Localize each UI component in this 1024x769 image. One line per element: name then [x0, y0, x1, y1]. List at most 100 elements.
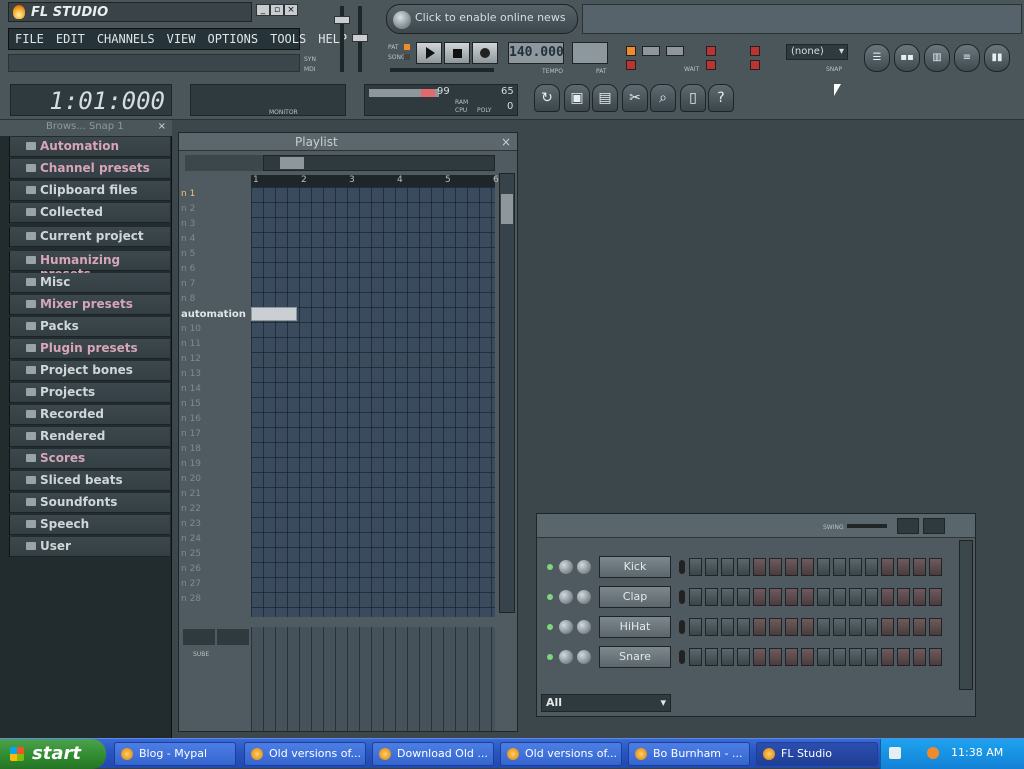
event-editor-grid[interactable]: [251, 627, 495, 731]
step-button[interactable]: [929, 558, 942, 576]
step-button[interactable]: [913, 618, 926, 636]
taskbar-window-button[interactable]: Old versions of...: [500, 742, 622, 766]
channel-mute-led[interactable]: [547, 564, 553, 570]
record-toggle[interactable]: [626, 60, 636, 70]
browser-item[interactable]: Current project: [0, 227, 170, 247]
step-button[interactable]: [833, 648, 846, 666]
step-button[interactable]: [689, 558, 702, 576]
step-button[interactable]: [897, 588, 910, 606]
find-button[interactable]: ⌕: [650, 84, 676, 112]
minimize-button[interactable]: _: [256, 4, 270, 16]
step-button[interactable]: [881, 618, 894, 636]
graph-editor-icon[interactable]: [897, 518, 919, 534]
step-button[interactable]: [897, 618, 910, 636]
pattern-number-display[interactable]: [572, 42, 608, 64]
step-button[interactable]: [865, 588, 878, 606]
taskbar-window-button[interactable]: Old versions of...: [244, 742, 366, 766]
step-button[interactable]: [929, 618, 942, 636]
channel-select-indicator[interactable]: [679, 560, 685, 574]
taskbar-window-button[interactable]: Blog - Mypal: [114, 742, 236, 766]
menu-file[interactable]: FILE: [9, 29, 50, 49]
blend-toggle[interactable]: [706, 60, 716, 70]
step-button[interactable]: [897, 648, 910, 666]
browser-item[interactable]: Scores: [0, 449, 170, 469]
step-button[interactable]: [737, 648, 750, 666]
channel-mute-led[interactable]: [547, 654, 553, 660]
master-pitch-handle[interactable]: [352, 34, 368, 42]
step-button[interactable]: [865, 618, 878, 636]
step-button[interactable]: [897, 558, 910, 576]
close-button[interactable]: ×: [284, 4, 298, 16]
playlist-track-label[interactable]: n 2: [179, 203, 249, 218]
pat-mode-led[interactable]: [404, 44, 410, 50]
playlist-track-label[interactable]: n 7: [179, 278, 249, 293]
step-button[interactable]: [865, 558, 878, 576]
typing-keyboard-toggle[interactable]: [642, 46, 660, 56]
step-button[interactable]: [689, 588, 702, 606]
step-button[interactable]: [753, 558, 766, 576]
step-button[interactable]: [785, 618, 798, 636]
stop-button[interactable]: [444, 42, 470, 64]
step-button[interactable]: [913, 648, 926, 666]
step-button[interactable]: [705, 588, 718, 606]
wave-icon[interactable]: [183, 629, 215, 645]
tempo-display[interactable]: 140.000: [508, 42, 564, 64]
step-button[interactable]: [769, 618, 782, 636]
playlist-track-label[interactable]: n 10: [179, 323, 249, 338]
step-button[interactable]: [785, 648, 798, 666]
playlist-track-label[interactable]: n 28: [179, 593, 249, 608]
maximize-button[interactable]: ▫: [270, 4, 284, 16]
song-mode-led[interactable]: [404, 54, 410, 60]
countdown-toggle[interactable]: [666, 46, 684, 56]
step-button[interactable]: [817, 558, 830, 576]
playlist-tools[interactable]: [185, 155, 275, 171]
step-button[interactable]: [721, 588, 734, 606]
browser-item[interactable]: Misc: [0, 273, 170, 293]
start-button[interactable]: start: [0, 739, 106, 769]
channel-pan-knob[interactable]: [559, 590, 573, 604]
playlist-track-label[interactable]: n 27: [179, 578, 249, 593]
channel-name-button[interactable]: HiHat: [599, 616, 671, 638]
step-wave-icon[interactable]: [217, 629, 249, 645]
browser-item[interactable]: Project bones: [0, 361, 170, 381]
scroll-thumb[interactable]: [280, 157, 304, 169]
step-button[interactable]: [785, 558, 798, 576]
channel-name-button[interactable]: Kick: [599, 556, 671, 578]
playlist-track-label[interactable]: n 14: [179, 383, 249, 398]
playlist-track-label[interactable]: n 16: [179, 413, 249, 428]
step-button[interactable]: [721, 648, 734, 666]
channel-pan-knob[interactable]: [559, 650, 573, 664]
menu-view[interactable]: VIEW: [161, 29, 202, 49]
browser-item[interactable]: Humanizing presets: [0, 251, 170, 281]
undo-button[interactable]: ↻: [534, 84, 560, 112]
playlist-track-label[interactable]: n 5: [179, 248, 249, 263]
step-button[interactable]: [865, 648, 878, 666]
step-button[interactable]: [929, 648, 942, 666]
channel-volume-knob[interactable]: [577, 620, 591, 634]
pattern-selector[interactable]: (none) ▾: [786, 44, 848, 60]
song-position-slider[interactable]: [390, 68, 494, 72]
browser-item[interactable]: Plugin presets: [0, 339, 170, 359]
playlist-track-label[interactable]: n 25: [179, 548, 249, 563]
playlist-track-label[interactable]: n 22: [179, 503, 249, 518]
browser-item[interactable]: Soundfonts: [0, 493, 170, 513]
menu-help[interactable]: HELP: [312, 29, 353, 49]
playlist-track-label[interactable]: n 11: [179, 338, 249, 353]
project-info-button[interactable]: ▯: [680, 84, 706, 112]
browser-item[interactable]: Rendered: [0, 427, 170, 447]
scroll-thumb[interactable]: [501, 194, 513, 224]
playlist-ruler[interactable]: 1 2 3 4 5 6: [251, 175, 499, 187]
playlist-track-label[interactable]: n 26: [179, 563, 249, 578]
playlist-track-label[interactable]: n 8: [179, 293, 249, 308]
piano-roll-view-button[interactable]: ▥: [924, 44, 950, 72]
close-icon[interactable]: ×: [501, 135, 511, 149]
step-button[interactable]: [913, 588, 926, 606]
browser-item[interactable]: Projects: [0, 383, 170, 403]
step-edit-toggle[interactable]: [706, 46, 716, 56]
record-button[interactable]: [472, 42, 498, 64]
playlist-track-label[interactable]: n 12: [179, 353, 249, 368]
step-button[interactable]: [705, 648, 718, 666]
playlist-track-label[interactable]: n 18: [179, 443, 249, 458]
channel-filter-select[interactable]: All ▾: [541, 694, 671, 712]
channel-pan-knob[interactable]: [559, 560, 573, 574]
